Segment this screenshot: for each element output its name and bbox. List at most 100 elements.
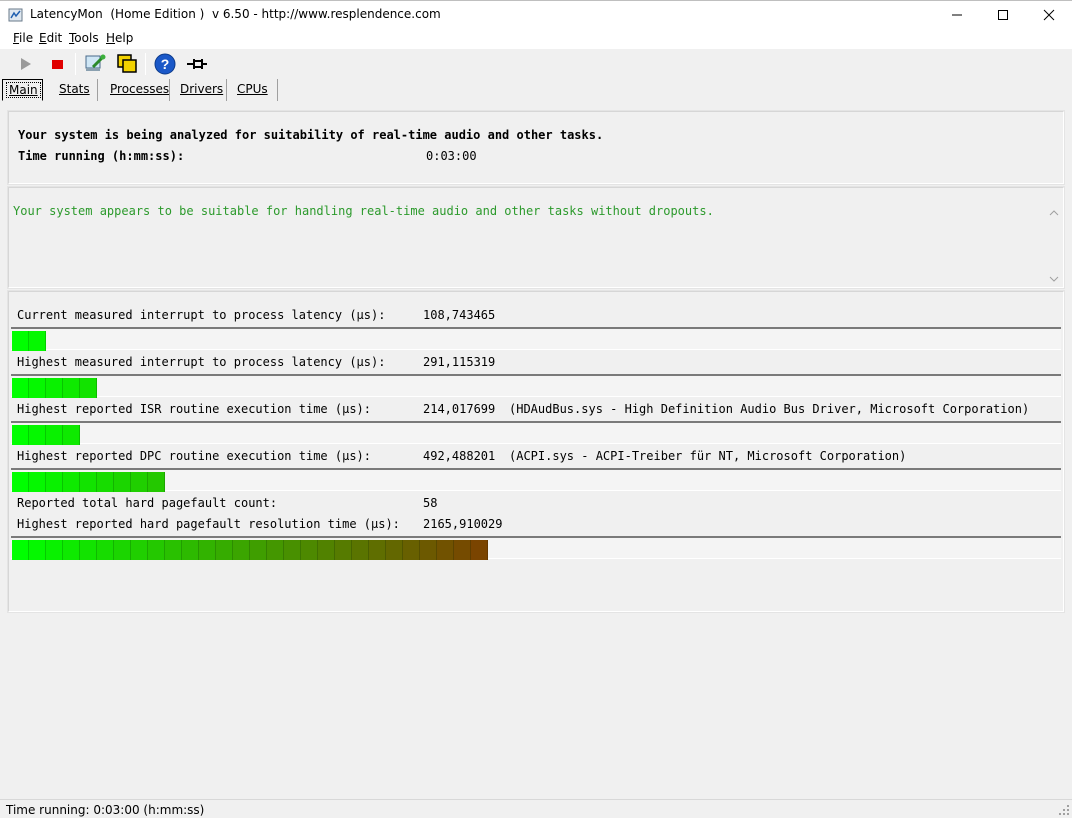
latency-meter — [11, 536, 1061, 560]
meter-segment — [12, 472, 29, 492]
meter-segment — [97, 472, 114, 492]
minimize-button[interactable] — [934, 1, 980, 30]
metric-label: Highest reported ISR routine execution t… — [17, 402, 372, 416]
copy-windows-icon — [117, 54, 137, 73]
start-button[interactable] — [14, 52, 38, 76]
menu-file[interactable]: File — [13, 31, 33, 45]
meter-segment — [420, 540, 437, 560]
tab-cpus-label: CPUs — [237, 82, 268, 96]
meter-segment — [29, 331, 46, 351]
meter-segment — [131, 472, 148, 492]
menu-edit[interactable]: Edit — [39, 31, 62, 45]
verdict-message: Your system appears to be suitable for h… — [13, 204, 714, 218]
meter-segment — [29, 378, 46, 398]
meter-segment — [199, 540, 216, 560]
metric-value: 214,017699 — [423, 402, 496, 416]
metric-value: 108,743465 — [423, 308, 496, 322]
meter-segment — [352, 540, 369, 560]
meter-segment — [131, 540, 148, 560]
meter-segment — [46, 378, 63, 398]
metric-driver-info: (ACPI.sys - ACPI-Treiber für NT, Microso… — [509, 449, 907, 463]
meter-segment — [12, 378, 29, 398]
status-bar: Time running: 0:03:00 (h:mm:ss) — [0, 799, 1072, 818]
stop-button[interactable] — [45, 52, 69, 76]
meter-segment — [46, 472, 63, 492]
meter-segment — [148, 472, 165, 492]
meter-segment — [318, 540, 335, 560]
metric-label: Highest measured interrupt to process la… — [17, 355, 386, 369]
scroll-up-icon[interactable] — [1049, 208, 1059, 218]
meter-segment — [165, 540, 182, 560]
time-running-label: Time running (h:mm:ss): — [18, 149, 185, 163]
toolbar: ? — [0, 50, 1072, 78]
metric-driver-info: (HDAudBus.sys - High Definition Audio Bu… — [509, 402, 1030, 416]
tab-processes[interactable]: Processes — [98, 79, 170, 101]
verdict-panel[interactable]: Your system appears to be suitable for h… — [7, 186, 1065, 289]
driver-scan-button[interactable] — [83, 52, 107, 76]
tab-stats-label: Stats — [59, 82, 90, 96]
meter-segment — [46, 540, 63, 560]
latency-meter — [11, 421, 1061, 445]
meter-segment — [233, 540, 250, 560]
meter-segment — [12, 540, 29, 560]
meter-segment — [335, 540, 352, 560]
meter-segment — [301, 540, 318, 560]
meter-segment — [46, 425, 63, 445]
meter-segment — [63, 472, 80, 492]
latency-meter — [11, 468, 1061, 492]
metric-value: 58 — [423, 496, 438, 510]
meter-segment — [182, 540, 199, 560]
meter-segment — [403, 540, 420, 560]
maximize-icon — [998, 10, 1008, 20]
tab-main-label: Main — [6, 82, 41, 98]
meter-segment — [12, 331, 29, 351]
tab-cpus[interactable]: CPUs — [227, 79, 278, 101]
analysis-message: Your system is being analyzed for suitab… — [18, 128, 604, 142]
metric-value: 492,488201 — [423, 449, 496, 463]
metric-value: 2165,910029 — [423, 517, 503, 531]
metric-label: Reported total hard pagefault count: — [17, 496, 278, 510]
tab-main[interactable]: Main — [2, 79, 43, 101]
meter-segment — [29, 425, 46, 445]
meter-segment — [63, 378, 80, 398]
meter-segment — [114, 540, 131, 560]
meter-segment — [369, 540, 386, 560]
window-title: LatencyMon (Home Edition ) v 6.50 - http… — [30, 7, 441, 21]
meter-segment — [216, 540, 233, 560]
meter-segment — [63, 425, 80, 445]
meter-segment — [80, 472, 97, 492]
tab-drivers[interactable]: Drivers — [170, 79, 227, 101]
tab-drivers-label: Drivers — [180, 82, 224, 96]
scroll-down-icon[interactable] — [1049, 274, 1059, 284]
menu-tools[interactable]: Tools — [69, 31, 99, 45]
tab-strip: Main Stats Processes Drivers CPUs — [0, 79, 1072, 101]
meter-segment — [114, 472, 131, 492]
meter-segment — [267, 540, 284, 560]
driver-scan-icon — [85, 54, 106, 71]
pin-button[interactable] — [185, 52, 209, 76]
meter-segment — [471, 540, 488, 560]
close-button[interactable] — [1026, 1, 1072, 30]
toolbar-separator — [75, 53, 76, 75]
status-text: Time running: 0:03:00 (h:mm:ss) — [6, 803, 205, 817]
maximize-button[interactable] — [980, 1, 1026, 30]
analysis-panel: Your system is being analyzed for suitab… — [7, 110, 1065, 185]
meter-segment — [63, 540, 80, 560]
meter-segment — [386, 540, 403, 560]
play-icon — [21, 58, 31, 70]
menu-help[interactable]: Help — [106, 31, 133, 45]
metric-label: Current measured interrupt to process la… — [17, 308, 386, 322]
resize-grip-icon[interactable] — [1058, 804, 1070, 816]
meter-segment — [250, 540, 267, 560]
meter-segment — [437, 540, 454, 560]
tab-stats[interactable]: Stats — [48, 79, 98, 101]
meter-segment — [29, 472, 46, 492]
copy-windows-button[interactable] — [115, 52, 139, 76]
time-running-value: 0:03:00 — [426, 149, 477, 163]
meter-segment — [454, 540, 471, 560]
meter-segment — [80, 540, 97, 560]
toolbar-separator — [145, 53, 146, 75]
help-button[interactable]: ? — [153, 52, 177, 76]
help-icon: ? — [154, 53, 176, 75]
tab-processes-label: Processes — [110, 82, 170, 96]
